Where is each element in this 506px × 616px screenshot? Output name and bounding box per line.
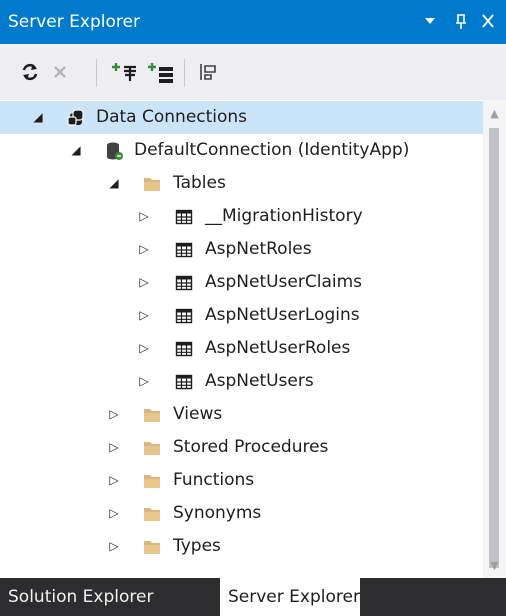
tree-node-label: Functions (173, 470, 255, 490)
title-bar: Server Explorer (0, 0, 506, 44)
tree-node[interactable]: ▷ AspNetUserRoles (0, 332, 483, 365)
tree-node-label: Stored Procedures (173, 437, 329, 457)
expand-arrow-icon[interactable]: ▷ (136, 200, 152, 233)
window-position-dropdown-icon[interactable] (420, 9, 440, 33)
tree-node[interactable]: ▷ Synonyms (0, 497, 483, 530)
expand-arrow-icon[interactable]: ▷ (136, 266, 152, 299)
tree-node-label: Tables (173, 173, 226, 193)
tree-node[interactable]: ◢ DefaultConnection (IdentityApp) (0, 134, 483, 167)
window-title: Server Explorer (8, 12, 140, 32)
stop-icon[interactable] (46, 58, 74, 86)
tab-solution-explorer[interactable]: Solution Explorer (0, 578, 218, 616)
bottom-tab-bar: Solution Explorer Server Explorer (0, 578, 506, 616)
folder-icon (142, 174, 162, 194)
scroll-down-arrow-icon[interactable]: ▼ (483, 556, 506, 576)
tree-node[interactable]: ▷ AspNetRoles (0, 233, 483, 266)
scroll-up-arrow-icon[interactable]: ▲ (483, 104, 506, 124)
tree-node-label: AspNetRoles (205, 239, 312, 259)
table-icon (174, 306, 194, 326)
pin-icon[interactable] (451, 9, 471, 33)
toolbar-separator (96, 59, 97, 87)
data-connections-icon (66, 108, 86, 128)
expand-arrow-icon[interactable]: ▷ (106, 530, 122, 563)
folder-icon (142, 537, 162, 557)
connect-server-icon[interactable] (146, 58, 174, 86)
tree-node-label: Synonyms (173, 503, 262, 523)
tree-node-label: AspNetUserRoles (205, 338, 351, 358)
expand-arrow-icon[interactable]: ▷ (136, 332, 152, 365)
show-properties-icon[interactable] (194, 58, 222, 86)
folder-icon (142, 471, 162, 491)
expand-arrow-icon[interactable]: ▷ (106, 431, 122, 464)
close-icon[interactable] (478, 9, 498, 33)
tree-node[interactable]: ◢ Tables (0, 167, 483, 200)
collapse-arrow-icon[interactable]: ◢ (30, 101, 46, 134)
tree-node[interactable]: ▷ __MigrationHistory (0, 200, 483, 233)
tree-node-label: AspNetUsers (205, 371, 314, 391)
table-icon (174, 207, 194, 227)
expand-arrow-icon[interactable]: ▷ (136, 365, 152, 398)
toolbar-separator (184, 59, 185, 87)
expand-arrow-icon[interactable]: ▷ (106, 497, 122, 530)
toolbar (0, 44, 506, 100)
tree-node[interactable]: ▷ Views (0, 398, 483, 431)
tree-node[interactable]: ▷ AspNetUsers (0, 365, 483, 398)
table-icon (174, 273, 194, 293)
tab-server-explorer[interactable]: Server Explorer (220, 578, 360, 616)
tree-node[interactable]: ▷ AspNetUserClaims (0, 266, 483, 299)
expand-arrow-icon[interactable]: ▷ (136, 299, 152, 332)
collapse-arrow-icon[interactable]: ◢ (68, 134, 84, 167)
tree-node[interactable]: ▷ Stored Procedures (0, 431, 483, 464)
vertical-scrollbar[interactable]: ▲ ▼ (483, 100, 506, 578)
folder-icon (142, 504, 162, 524)
tree-node[interactable]: ▷ Functions (0, 464, 483, 497)
tree-node-label: AspNetUserLogins (205, 305, 360, 325)
expand-arrow-icon[interactable]: ▷ (106, 398, 122, 431)
tree-node-label: Types (173, 536, 221, 556)
table-icon (174, 339, 194, 359)
tree-node-label: Views (173, 404, 223, 424)
database-icon (104, 141, 124, 161)
collapse-arrow-icon[interactable]: ◢ (106, 167, 122, 200)
tree-node-label: AspNetUserClaims (205, 272, 363, 292)
tree-node-label: DefaultConnection (IdentityApp) (134, 140, 410, 160)
tree-node[interactable]: ▷ Types (0, 530, 483, 563)
expand-arrow-icon[interactable]: ▷ (106, 464, 122, 497)
server-explorer-tree[interactable]: ◢ Data Connections ◢ DefaultConnection (Ide… (0, 100, 483, 578)
expand-arrow-icon[interactable]: ▷ (136, 233, 152, 266)
folder-icon (142, 438, 162, 458)
folder-icon (142, 405, 162, 425)
scroll-thumb[interactable] (489, 128, 499, 568)
connect-database-icon[interactable] (110, 58, 138, 86)
tree-node-label: __MigrationHistory (205, 206, 363, 226)
tree-node[interactable]: ◢ Data Connections (0, 101, 483, 134)
table-icon (174, 372, 194, 392)
refresh-icon[interactable] (16, 58, 44, 86)
table-icon (174, 240, 194, 260)
tree-node[interactable]: ▷ AspNetUserLogins (0, 299, 483, 332)
tree-node-label: Data Connections (96, 107, 248, 127)
